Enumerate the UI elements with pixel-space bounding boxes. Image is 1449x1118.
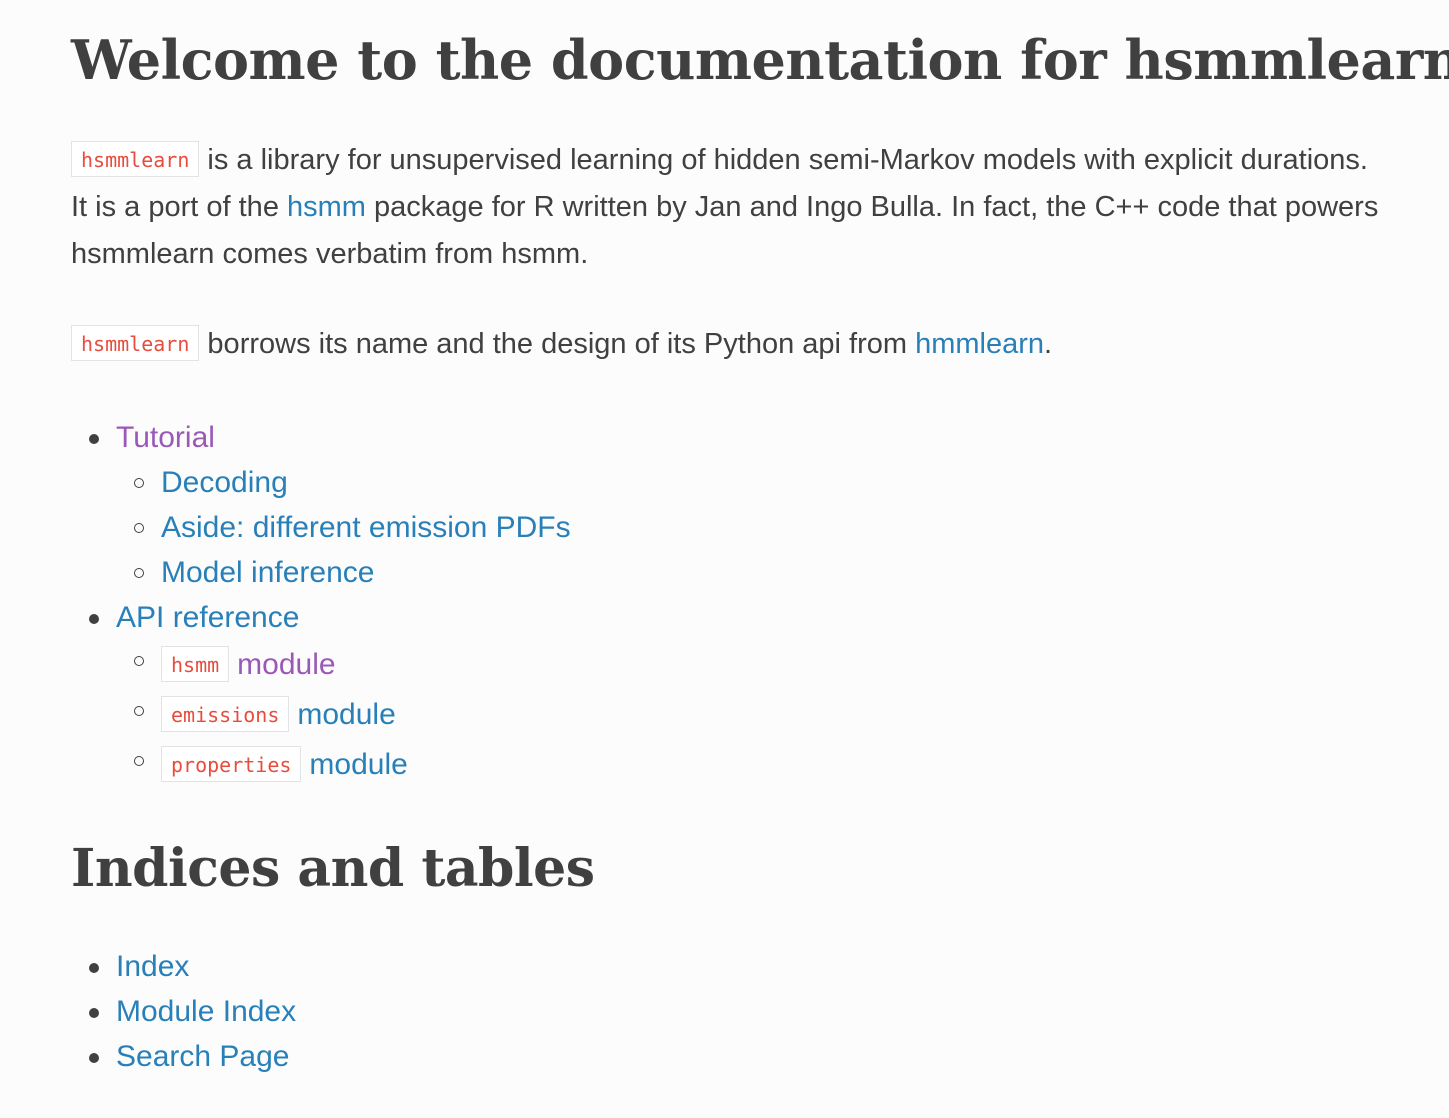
module-code: emissions bbox=[161, 696, 290, 732]
indices-list: Index Module Index Search Page bbox=[71, 944, 296, 1079]
bullet-disc bbox=[89, 614, 99, 624]
bullet-disc bbox=[89, 434, 99, 444]
module-code: hsmm bbox=[161, 646, 230, 682]
toc-item-decoding: Decoding bbox=[116, 460, 571, 505]
index-link[interactable]: Index bbox=[116, 950, 189, 983]
search-page-link[interactable]: Search Page bbox=[116, 1040, 289, 1073]
api-reference-link[interactable]: API reference bbox=[116, 601, 299, 634]
toc-item-properties-module: properties module bbox=[116, 740, 571, 790]
emissions-module-link[interactable]: emissions module bbox=[161, 696, 396, 732]
module-code: properties bbox=[161, 746, 302, 782]
bullet-disc bbox=[89, 1008, 99, 1018]
borrow-text-2: . bbox=[1044, 328, 1053, 360]
inline-code: hsmmlearn bbox=[71, 325, 200, 361]
page-title: Welcome to the documentation for hsmmlea… bbox=[71, 28, 1449, 92]
toc-item-model-inference: Model inference bbox=[116, 550, 571, 595]
tutorial-link[interactable]: Tutorial bbox=[116, 421, 215, 454]
intro-paragraph: hsmmlearn is a library for unsupervised … bbox=[71, 137, 1391, 278]
document-page: Welcome to the documentation for hsmmlea… bbox=[0, 0, 1449, 1118]
toc-item-aside: Aside: different emission PDFs bbox=[116, 505, 571, 550]
model-inference-link[interactable]: Model inference bbox=[161, 556, 374, 589]
bullet-circle bbox=[134, 706, 144, 716]
aside-emission-pdfs-link[interactable]: Aside: different emission PDFs bbox=[161, 511, 571, 544]
indices-heading: Indices and tables bbox=[71, 838, 595, 899]
toc-item-tutorial: Tutorial Decoding Aside: different emiss… bbox=[71, 415, 571, 595]
inline-code: hsmmlearn bbox=[71, 141, 200, 177]
bullet-disc bbox=[89, 1053, 99, 1063]
bullet-circle bbox=[134, 478, 144, 488]
toc-item-api-reference: API reference hsmm module emissions module… bbox=[71, 595, 571, 790]
borrow-text-1: borrows its name and the design of its P… bbox=[199, 328, 916, 360]
bullet-circle bbox=[134, 656, 144, 666]
bullet-disc bbox=[89, 963, 99, 973]
index-item: Index bbox=[71, 944, 296, 989]
decoding-link[interactable]: Decoding bbox=[161, 466, 288, 499]
properties-module-link[interactable]: properties module bbox=[161, 746, 408, 782]
toctree: Tutorial Decoding Aside: different emiss… bbox=[71, 415, 571, 790]
bullet-circle bbox=[134, 568, 144, 578]
index-item: Module Index bbox=[71, 989, 296, 1034]
module-label: module bbox=[297, 698, 396, 731]
index-item: Search Page bbox=[71, 1034, 296, 1079]
borrow-paragraph: hsmmlearn borrows its name and the desig… bbox=[71, 321, 1391, 368]
bullet-circle bbox=[134, 523, 144, 533]
hmmlearn-link[interactable]: hmmlearn bbox=[915, 328, 1044, 360]
toc-item-hsmm-module: hsmm module bbox=[116, 640, 571, 690]
hsmm-module-link[interactable]: hsmm module bbox=[161, 646, 336, 682]
module-label: module bbox=[237, 648, 336, 681]
bullet-circle bbox=[134, 756, 144, 766]
hsmm-link[interactable]: hsmm bbox=[287, 191, 366, 223]
module-label: module bbox=[309, 748, 408, 781]
toc-item-emissions-module: emissions module bbox=[116, 690, 571, 740]
module-index-link[interactable]: Module Index bbox=[116, 995, 296, 1028]
